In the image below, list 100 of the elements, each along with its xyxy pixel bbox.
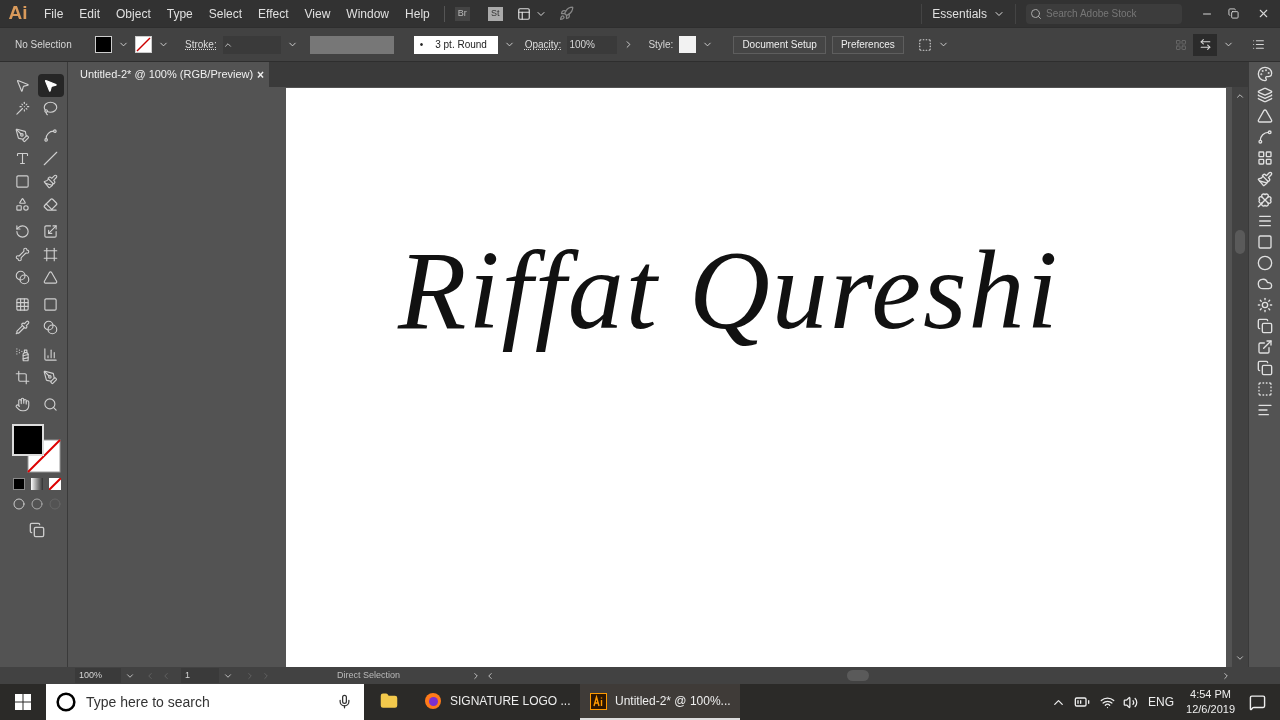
stock-search-field[interactable]: Search Adobe Stock (1026, 3, 1182, 24)
folder-icon (380, 692, 398, 710)
fill-stroke-indicator[interactable] (11, 424, 62, 474)
line-icon (43, 151, 58, 166)
arrange-documents-button[interactable] (516, 6, 547, 21)
variable-width-field[interactable] (309, 35, 394, 54)
brush-field[interactable]: • 3 pt. Round (413, 35, 498, 54)
language-indicator[interactable]: ENG (1148, 693, 1175, 711)
arrow-pointer-icon (43, 78, 58, 93)
control-bar-button[interactable]: Preferences (831, 35, 904, 54)
stroke-label: Stroke: (185, 38, 217, 52)
curve-icon (43, 128, 58, 143)
windows-icon (15, 694, 31, 710)
menu-item[interactable]: Type (158, 4, 201, 23)
microphone-icon (337, 694, 352, 709)
tool-button[interactable] (37, 74, 64, 97)
fill-swatch[interactable] (95, 36, 112, 53)
rotate-icon (15, 224, 30, 239)
free-transform-icon (43, 247, 58, 262)
artboard-icon (15, 370, 30, 385)
style-swatch[interactable] (679, 36, 697, 53)
layout-icon (516, 6, 531, 21)
zoom-field[interactable]: 100% (75, 668, 121, 683)
cloud-icon[interactable] (1256, 276, 1273, 292)
taskbar-app-button[interactable]: SIGNATURE LOGO ... (414, 684, 580, 720)
menu-item[interactable]: Edit (71, 4, 109, 23)
tab-close-button[interactable]: × (257, 65, 264, 84)
signature-artwork: Riffat Qureshi (396, 227, 1061, 354)
zoom-icon (43, 397, 58, 412)
firefox-icon (424, 692, 442, 710)
document-tab[interactable]: Untitled-2* @ 100% (RGB/Preview) × (75, 62, 269, 87)
hand-icon (15, 397, 30, 412)
scroll-up-icon[interactable] (1235, 91, 1245, 101)
eraser-icon (43, 197, 58, 212)
scroll-down-icon[interactable] (1235, 653, 1245, 663)
draw-behind-icon[interactable] (30, 498, 43, 510)
type-icon (15, 151, 30, 166)
artboard-field[interactable]: 1 (181, 668, 219, 683)
stroke-none-swatch[interactable] (135, 36, 152, 53)
pen-icon (15, 128, 30, 143)
stroke-icon[interactable] (1256, 213, 1273, 229)
opacity-field[interactable]: 100% (567, 35, 618, 54)
transform-icon[interactable] (917, 37, 932, 52)
export-icon[interactable] (1256, 339, 1273, 355)
brush-icon (43, 174, 58, 189)
selection-label: No Selection (15, 38, 73, 52)
battery-icon[interactable] (1074, 694, 1091, 710)
clock[interactable]: 4:54 PM 12/6/2019 (1186, 687, 1235, 717)
gradient-mode-button[interactable] (30, 478, 43, 490)
bridge-badge[interactable]: Br (454, 6, 470, 21)
menu-item[interactable]: Help (397, 4, 438, 23)
arrow-pointer-icon (15, 78, 30, 93)
scroll-right-icon[interactable] (1221, 670, 1231, 681)
draw-normal-icon[interactable] (12, 498, 25, 510)
menu-icon[interactable] (1252, 38, 1265, 51)
layers-icon[interactable] (1256, 87, 1273, 103)
wifi-icon[interactable] (1100, 694, 1116, 710)
club-icon[interactable] (1256, 192, 1273, 208)
taskbar-search-field[interactable]: Type here to search (46, 684, 364, 720)
palette-icon[interactable] (1256, 66, 1273, 82)
scale-icon (43, 224, 58, 239)
swatches-icon[interactable] (1256, 150, 1273, 166)
style-label: Style: (648, 38, 674, 52)
menu-item[interactable]: Effect (250, 4, 297, 23)
menu-item[interactable]: Object (108, 4, 159, 23)
taskbar-app-button[interactable]: Untitled-2* @ 100%... (580, 684, 740, 720)
gpu-icon[interactable] (558, 6, 574, 21)
cortana-icon (56, 692, 76, 712)
current-tool-label: Direct Selection (337, 668, 402, 682)
none-mode-button[interactable] (48, 478, 61, 490)
search-icon (1030, 7, 1042, 20)
stroke-weight-field[interactable] (222, 35, 281, 54)
symbol-sprayer-icon (15, 347, 30, 362)
volume-icon[interactable] (1123, 694, 1139, 710)
magic-wand-icon (15, 101, 30, 116)
control-bar-button[interactable]: Document Setup (733, 35, 826, 54)
illustrator-icon (590, 692, 607, 710)
notifications-icon[interactable] (1249, 693, 1266, 711)
graph-icon (43, 347, 58, 362)
brushes-icon[interactable] (1256, 171, 1273, 187)
stock-badge[interactable]: St (487, 6, 503, 21)
rectangle-icon (15, 174, 30, 189)
vertical-scrollbar-thumb[interactable] (1235, 230, 1245, 254)
eyedropper-icon (15, 320, 30, 335)
horizontal-scrollbar-thumb[interactable] (847, 670, 869, 681)
menu-item[interactable]: File (36, 4, 72, 23)
menu-item[interactable]: View (296, 4, 339, 23)
restore-icon (1227, 8, 1239, 19)
status-menu-icon[interactable] (471, 670, 481, 681)
align-button[interactable] (1193, 33, 1217, 56)
blend-icon (43, 320, 58, 335)
menu-item[interactable]: Window (338, 4, 398, 23)
scroll-left-icon[interactable] (485, 670, 495, 681)
transform-icon[interactable] (1256, 381, 1273, 397)
screen-mode-icon[interactable] (28, 522, 45, 538)
mesh-icon (15, 297, 30, 312)
workspace-switcher[interactable]: Essentials (922, 4, 1015, 23)
menu-item[interactable]: Select (200, 4, 251, 23)
color-mode-button[interactable] (12, 478, 25, 490)
opacity-label: Opacity: (524, 38, 562, 52)
